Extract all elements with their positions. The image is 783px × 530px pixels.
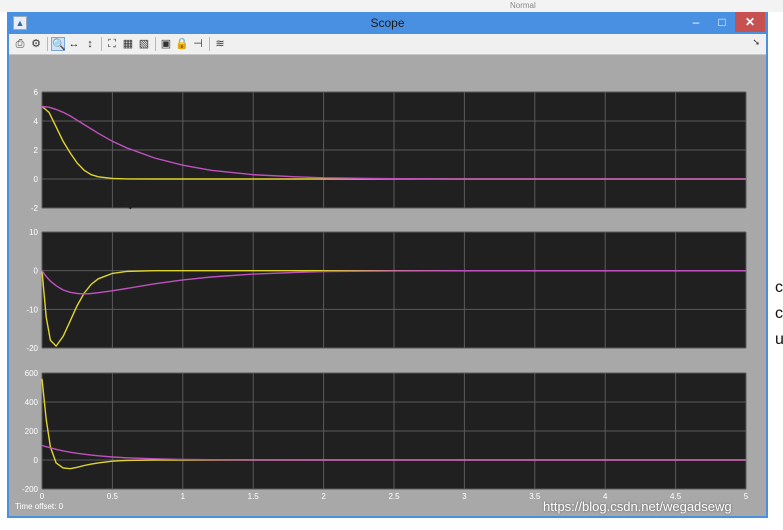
- scope-window: ▲ Scope – □ ✕ ⎙ ⚙ 🔍 ↔ ↕ ⛶ ▦ ▧ ▣ 🔒 ⊣ ≋ ➘ …: [7, 12, 768, 518]
- zoom-icon[interactable]: 🔍: [51, 37, 66, 51]
- autoscale-icon[interactable]: ⛶: [105, 37, 119, 51]
- floating-scope-icon[interactable]: ▣: [159, 37, 173, 51]
- signal-selection-icon[interactable]: ⊣: [191, 37, 205, 51]
- scope-plot-area: 6 4 2 0 -2 10 0 -10 -20 600 400 200 0 -200 0 0.5 1 1.5 2 2.…: [9, 55, 766, 516]
- print-icon[interactable]: ⎙: [13, 37, 27, 51]
- toolbar-separator: [209, 37, 210, 51]
- close-button[interactable]: ✕: [735, 12, 765, 32]
- window-title: Scope: [370, 16, 405, 30]
- background-text-line: u: [775, 331, 783, 348]
- settings-icon[interactable]: ⚙: [29, 37, 43, 51]
- zoom-y-icon[interactable]: ↕: [83, 37, 97, 51]
- y-tick-label: 0: [34, 456, 39, 465]
- toolbar-separator: [155, 37, 156, 51]
- background-text-line: c: [775, 279, 783, 296]
- x-tick-label: 2: [321, 492, 326, 501]
- x-tick-label: 3.5: [529, 492, 541, 501]
- y-tick-label: 4: [34, 117, 39, 126]
- minimize-button[interactable]: –: [683, 12, 709, 32]
- x-tick-label: 1.5: [248, 492, 260, 501]
- y-tick-label: 600: [25, 369, 39, 378]
- legend-icon[interactable]: ≋: [213, 37, 227, 51]
- scope-toolbar: ⎙ ⚙ 🔍 ↔ ↕ ⛶ ▦ ▧ ▣ 🔒 ⊣ ≋ ➘: [9, 34, 766, 55]
- y-tick-label: 0: [34, 267, 39, 276]
- x-tick-label: 3: [462, 492, 467, 501]
- y-tick-label: -10: [26, 305, 38, 314]
- restore-axes-icon[interactable]: ▧: [137, 37, 151, 51]
- style-dropdown[interactable]: Normal: [510, 1, 536, 10]
- save-axes-icon[interactable]: ▦: [121, 37, 135, 51]
- x-tick-label: 1: [181, 492, 186, 501]
- y-tick-label: -2: [31, 204, 39, 213]
- x-tick-label: 2.5: [388, 492, 400, 501]
- y-tick-label: -20: [26, 344, 38, 353]
- toolbar-separator: [47, 37, 48, 51]
- y-tick-label: 2: [34, 146, 39, 155]
- y-tick-label: 0: [34, 175, 39, 184]
- title-bar[interactable]: ▲ Scope – □ ✕: [7, 12, 768, 34]
- toolbar-overflow-icon[interactable]: ➘: [752, 37, 760, 48]
- background-text-line: c: [775, 305, 783, 322]
- toolbar-separator: [101, 37, 102, 51]
- background-document-text: c c u: [775, 275, 783, 353]
- time-offset-label: Time offset: 0: [15, 502, 64, 511]
- watermark-text: https://blog.csdn.net/wegadsewg: [543, 499, 732, 514]
- y-tick-label: 6: [34, 88, 39, 97]
- lock-icon[interactable]: 🔒: [175, 37, 189, 51]
- zoom-x-icon[interactable]: ↔: [67, 37, 81, 51]
- scope-plots: 6420-2100-10-206004002000-2000 0.5 1 1.5 2 2.…: [22, 88, 749, 501]
- maximize-button[interactable]: □: [709, 12, 735, 32]
- y-tick-label: 400: [25, 398, 39, 407]
- background-app-toolbar: Normal: [0, 0, 783, 12]
- y-tick-label: -200: [22, 485, 39, 494]
- mouse-cursor-icon: ⬉: [122, 196, 134, 212]
- x-tick-label: 0.5: [107, 492, 119, 501]
- x-tick-label: 5: [744, 492, 749, 501]
- y-tick-label: 10: [29, 228, 38, 237]
- y-tick-label: 200: [25, 427, 39, 436]
- x-tick-label: 0: [40, 492, 45, 501]
